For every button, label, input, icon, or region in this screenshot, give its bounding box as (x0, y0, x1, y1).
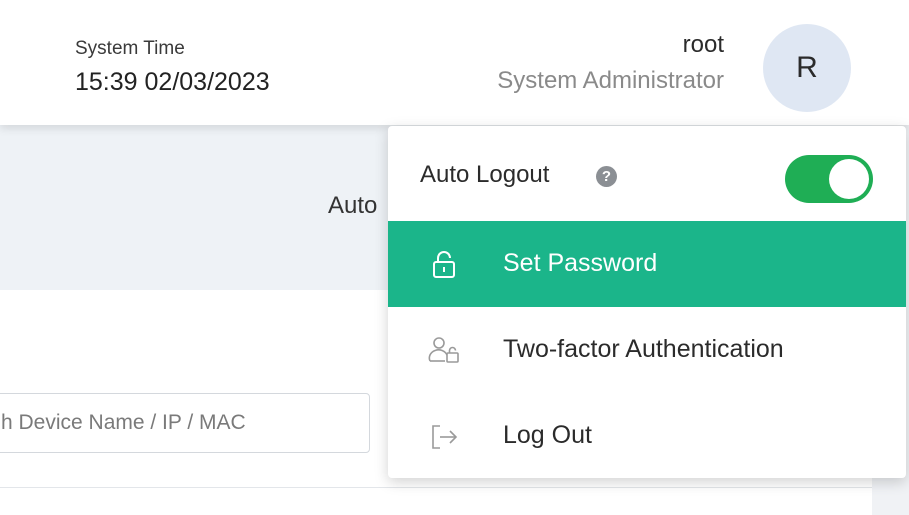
app-stage: Auto System Time 15:39 02/03/2023 root S… (0, 0, 909, 515)
help-icon[interactable]: ? (596, 166, 617, 187)
auto-logout-row: Auto Logout ? (388, 126, 906, 220)
divider (0, 487, 909, 488)
user-dropdown-menu: Auto Logout ? Set Password Two-factor Au… (388, 126, 906, 478)
menu-item-label: Set Password (503, 249, 658, 277)
system-time-label: System Time (75, 38, 185, 59)
user-lock-icon (428, 337, 459, 363)
device-search-input[interactable] (1, 411, 369, 435)
lock-icon (433, 251, 455, 278)
device-search-box[interactable] (0, 393, 370, 453)
user-info[interactable]: root System Administrator (497, 30, 724, 98)
auto-logout-label: Auto Logout (420, 161, 550, 188)
menu-item-label: Two-factor Authentication (503, 335, 784, 363)
menu-item-two-factor[interactable]: Two-factor Authentication (388, 307, 906, 393)
menu-item-set-password[interactable]: Set Password (388, 221, 906, 307)
auto-logout-toggle[interactable] (785, 155, 873, 203)
user-name: root (682, 31, 724, 58)
system-time-value: 15:39 02/03/2023 (75, 68, 270, 96)
top-bar: System Time 15:39 02/03/2023 root System… (0, 0, 909, 125)
menu-item-label: Log Out (503, 421, 592, 449)
avatar[interactable]: R (763, 24, 851, 112)
menu-item-log-out[interactable]: Log Out (388, 393, 906, 478)
user-role: System Administrator (497, 67, 724, 94)
toggle-knob (829, 159, 869, 199)
logout-icon (432, 425, 458, 449)
banner-text: Auto (328, 192, 378, 219)
